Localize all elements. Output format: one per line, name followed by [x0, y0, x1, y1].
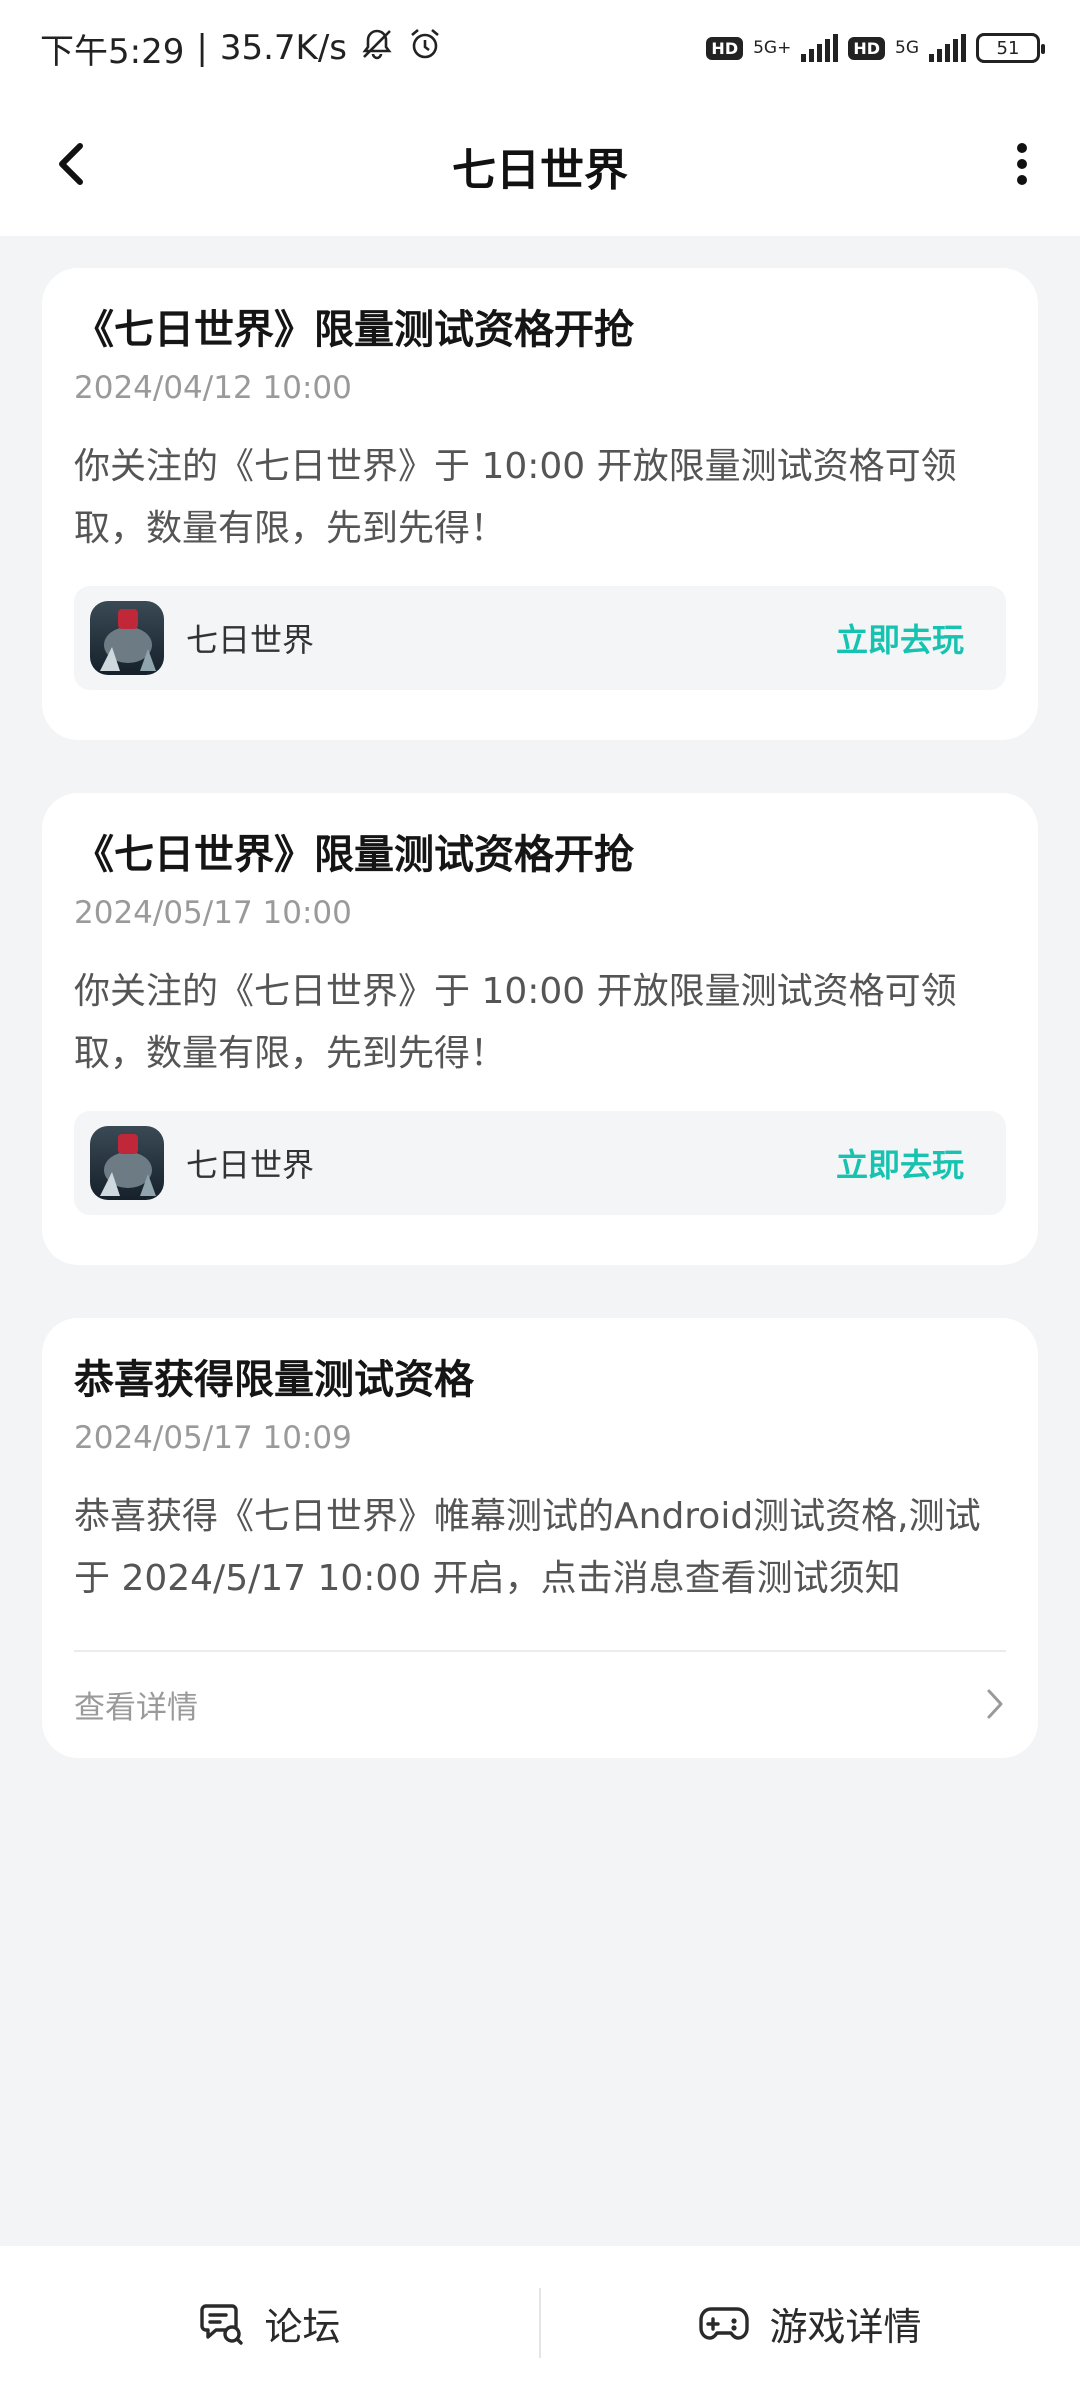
game-details-label: 游戏详情	[769, 2304, 922, 2349]
game-name: 七日世界	[186, 621, 315, 659]
card-date: 2024/05/17 10:09	[74, 1420, 352, 1456]
forum-label: 论坛	[264, 2304, 341, 2349]
game-icon	[90, 1126, 164, 1200]
alarm-icon	[407, 26, 443, 71]
card-date: 2024/05/17 10:00	[74, 895, 352, 931]
game-name: 七日世界	[186, 1146, 315, 1184]
status-separator: |	[196, 28, 208, 68]
signal-icon-2	[929, 34, 966, 62]
hd-badge-1: HD	[706, 36, 744, 60]
battery-icon: 51	[976, 33, 1045, 63]
view-details-row[interactable]: 查看详情	[74, 1652, 1006, 1756]
forum-icon	[200, 2304, 244, 2345]
status-bar: 下午5:29 | 35.7K/s HD 5G+ HD 5G 51	[0, 0, 1080, 96]
card-body: 恭喜获得《七日世界》帷幕测试的Android测试资格,测试于 2024/5/17…	[74, 1496, 981, 1599]
header: 七日世界	[0, 96, 1080, 236]
back-button[interactable]	[44, 136, 100, 192]
battery-level: 51	[996, 37, 1020, 59]
more-vertical-icon	[1017, 143, 1027, 185]
game-row[interactable]: 七日世界 立即去玩	[74, 1111, 1006, 1215]
network-label-1: 5G+	[753, 37, 792, 58]
notification-card[interactable]: 《七日世界》限量测试资格开抢 2024/04/12 10:00 你关注的《七日世…	[42, 268, 1038, 740]
notification-card[interactable]: 恭喜获得限量测试资格 2024/05/17 10:09 恭喜获得《七日世界》帷幕…	[42, 1318, 1038, 1758]
card-date: 2024/04/12 10:00	[74, 370, 352, 406]
card-title: 恭喜获得限量测试资格	[74, 1357, 474, 1403]
view-details-label: 查看详情	[74, 1689, 198, 1726]
status-left: 下午5:29 | 35.7K/s	[40, 24, 443, 73]
signal-icon	[801, 34, 839, 62]
gamepad-icon	[699, 2307, 750, 2340]
game-row[interactable]: 七日世界 立即去玩	[74, 586, 1006, 690]
more-options-button[interactable]	[994, 136, 1050, 192]
bottom-bar: 论坛 游戏详情	[0, 2246, 1080, 2400]
status-right: HD 5G+ HD 5G 51	[706, 33, 1045, 63]
page-title: 七日世界	[452, 145, 628, 196]
bell-off-icon	[359, 26, 395, 71]
card-body: 你关注的《七日世界》于 10:00 开放限量测试资格可领取，数量有限，先到先得！	[74, 446, 957, 549]
game-details-button[interactable]: 游戏详情	[541, 2246, 1080, 2400]
play-now-button[interactable]: 立即去玩	[836, 615, 964, 661]
status-time: 下午5:29	[40, 31, 185, 72]
card-title: 《七日世界》限量测试资格开抢	[74, 307, 634, 353]
notification-card[interactable]: 《七日世界》限量测试资格开抢 2024/05/17 10:00 你关注的《七日世…	[42, 793, 1038, 1265]
game-icon	[90, 601, 164, 675]
play-now-button[interactable]: 立即去玩	[836, 1140, 964, 1186]
chevron-left-icon	[59, 143, 83, 185]
hd-badge-2: HD	[848, 36, 885, 60]
chevron-right-icon	[987, 1689, 1003, 1719]
forum-button[interactable]: 论坛	[0, 2246, 539, 2400]
card-body: 你关注的《七日世界》于 10:00 开放限量测试资格可领取，数量有限，先到先得！	[74, 971, 957, 1074]
card-title: 《七日世界》限量测试资格开抢	[74, 832, 634, 878]
status-speed: 35.7K/s	[219, 28, 347, 68]
network-label-2: 5G	[895, 37, 919, 58]
